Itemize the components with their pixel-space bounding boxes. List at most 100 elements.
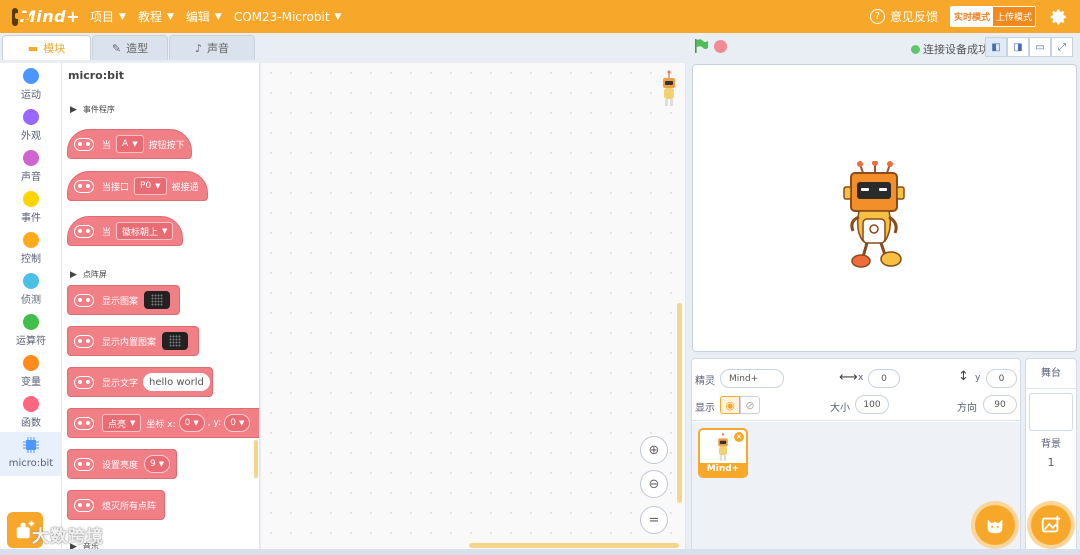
block-when-button-pressed[interactable]: 当 A ▼ 按钮按下 [67, 129, 192, 159]
block-text: 显示内置图案 [102, 337, 157, 348]
gesture-dropdown[interactable]: 徽标朝上 ▼ [116, 222, 174, 240]
block-when-gesture[interactable]: 当 徽标朝上 ▼ [67, 216, 183, 246]
palette-scrollbar[interactable] [254, 440, 258, 478]
stage-canvas[interactable] [692, 64, 1077, 352]
button-dropdown[interactable]: A ▼ [116, 135, 144, 153]
microbit-icon [74, 375, 94, 389]
stop-button[interactable] [714, 40, 727, 53]
category-sound[interactable]: 声音 [0, 150, 62, 183]
category-microbit[interactable]: micro:bit [0, 432, 62, 476]
direction-field[interactable]: 90 [983, 395, 1017, 414]
tab-costumes[interactable]: ✎ 造型 [92, 35, 168, 60]
zoom-out-button[interactable]: ⊖ [640, 470, 668, 498]
section-matrix-label: 点阵屏 [82, 270, 107, 279]
menu-edit[interactable]: 编辑 ▼ [186, 8, 222, 25]
section-matrix-heading[interactable]: ▶ 点阵屏 [70, 269, 107, 280]
dropdown-value: 0 [184, 418, 191, 428]
workspace-horizontal-scrollbar[interactable] [469, 543, 679, 548]
category-control[interactable]: 控制 [0, 232, 62, 265]
category-variables[interactable]: 变量 [0, 355, 62, 388]
menu-tutorial[interactable]: 教程 ▼ [138, 8, 174, 25]
gear-icon[interactable] [1050, 8, 1068, 26]
delete-sprite-icon[interactable]: × [734, 432, 744, 442]
dropdown-value: 点亮 [108, 419, 127, 430]
builtin-pattern-picker[interactable] [162, 332, 189, 350]
large-stage-button[interactable]: ▭ [1029, 37, 1051, 57]
fullscreen-icon: ⤢ [1058, 41, 1066, 53]
stage-thumbnail[interactable] [1029, 393, 1073, 431]
block-show-text[interactable]: 显示文字 hello world [67, 367, 213, 397]
microbit-icon [74, 137, 94, 151]
block-show-builtin-pattern[interactable]: 显示内置图案 [67, 326, 199, 356]
code-workspace[interactable]: ⊕ ⊖ = [261, 63, 686, 555]
add-sprite-button[interactable] [975, 505, 1015, 545]
microbit-icon [74, 416, 94, 430]
small-stage-button[interactable]: ◧ [985, 37, 1007, 57]
sprite-name-field[interactable]: Mind+ [720, 369, 784, 388]
mode-toggle[interactable]: 实时模式 上传模式 [949, 6, 1036, 27]
category-label: 运动 [21, 90, 41, 101]
led-matrix-picker[interactable] [144, 291, 171, 309]
text-input[interactable]: hello world [143, 373, 210, 391]
category-functions[interactable]: 函数 [0, 396, 62, 429]
live-mode-option[interactable]: 实时模式 [950, 7, 993, 26]
category-operators[interactable]: 运算符 [0, 314, 62, 347]
block-plot-point[interactable]: 点亮 ▼ 坐标 x: 0 ▼ , y: 0 ▼ [67, 408, 259, 438]
y-field[interactable]: 0 [986, 369, 1017, 388]
pin-dropdown[interactable]: P0 ▼ [134, 177, 167, 195]
section-events-label: 事件程序 [82, 105, 115, 114]
size-field[interactable]: 100 [855, 395, 889, 414]
block-clear-all[interactable]: 熄灭所有点阵 [67, 490, 165, 520]
category-events[interactable]: 事件 [0, 191, 62, 224]
microbit-icon [74, 498, 94, 512]
block-when-pin-connected[interactable]: 当接口 P0 ▼ 被接通 [67, 171, 208, 201]
plot-mode-dropdown[interactable]: 点亮 ▼ [102, 414, 142, 432]
tab-sounds[interactable]: ♪ 声音 [169, 35, 255, 60]
zoom-in-button[interactable]: ⊕ [640, 436, 668, 464]
backdrops-count: 1 [1047, 456, 1055, 469]
equals-icon: = [648, 512, 660, 528]
microbit-icon [74, 457, 94, 471]
direction-label: 方向 [957, 403, 977, 414]
robot-thumbnail-icon [718, 433, 728, 461]
section-events-heading[interactable]: ▶ 事件程序 [70, 104, 115, 115]
mindplus-logo[interactable]: Mind+ [12, 7, 80, 26]
x-dropdown[interactable]: 0 ▼ [178, 414, 205, 432]
menu-device-port[interactable]: COM23-Microbit ▼ [234, 10, 342, 24]
zoom-reset-button[interactable]: = [640, 506, 668, 534]
mindplus-robot-sprite[interactable] [843, 161, 907, 271]
show-sprite-button[interactable]: ◉ [720, 396, 740, 414]
category-dot-icon [23, 150, 39, 166]
menu-project-label: 项目 [90, 10, 115, 24]
feedback-button[interactable]: ? 意见反馈 [869, 8, 938, 25]
green-flag-icon[interactable] [693, 38, 709, 54]
sprite-thumbnail[interactable]: × Mind+ [698, 428, 748, 478]
hide-sprite-button[interactable]: ⊘ [740, 396, 760, 414]
dropdown-value: P0 [140, 181, 152, 191]
block-set-brightness[interactable]: 设置亮度 9 ▼ [67, 449, 177, 479]
y-dropdown[interactable]: 0 ▼ [224, 414, 251, 432]
menu-project[interactable]: 项目 ▼ [90, 8, 126, 25]
top-menu-bar: Mind+ 项目 ▼ 教程 ▼ 编辑 ▼ COM23-Microbit ▼ ? 意见反馈… [0, 0, 1080, 33]
category-label: 侦测 [21, 295, 41, 306]
topbar-right-group: ? 意见反馈 实时模式 上传模式 [869, 0, 1080, 33]
block-show-pattern[interactable]: 显示图案 [67, 285, 180, 315]
category-looks[interactable]: 外观 [0, 109, 62, 142]
menu-edit-label: 编辑 [185, 10, 210, 24]
brightness-dropdown[interactable]: 9 ▼ [144, 455, 171, 473]
block-text: 当 [102, 140, 112, 151]
add-backdrop-button[interactable] [1031, 505, 1071, 545]
upload-mode-option[interactable]: 上传模式 [992, 7, 1035, 26]
feedback-label: 意见反馈 [889, 10, 938, 24]
x-field[interactable]: 0 [868, 369, 900, 388]
normal-stage-button[interactable]: ◨ [1007, 37, 1029, 57]
fullscreen-button[interactable]: ⤢ [1051, 37, 1073, 57]
category-motion[interactable]: 运动 [0, 68, 62, 101]
tab-blocks[interactable]: ▬ 模块 [2, 35, 91, 60]
workspace-vertical-scrollbar[interactable] [677, 303, 682, 503]
vertical-arrows-icon: ↕ [958, 369, 969, 384]
block-text: 显示文字 [102, 378, 139, 389]
chevron-down-icon: ▼ [193, 419, 199, 427]
large-stage-icon: ▭ [1035, 41, 1045, 53]
category-sensing[interactable]: 侦测 [0, 273, 62, 306]
